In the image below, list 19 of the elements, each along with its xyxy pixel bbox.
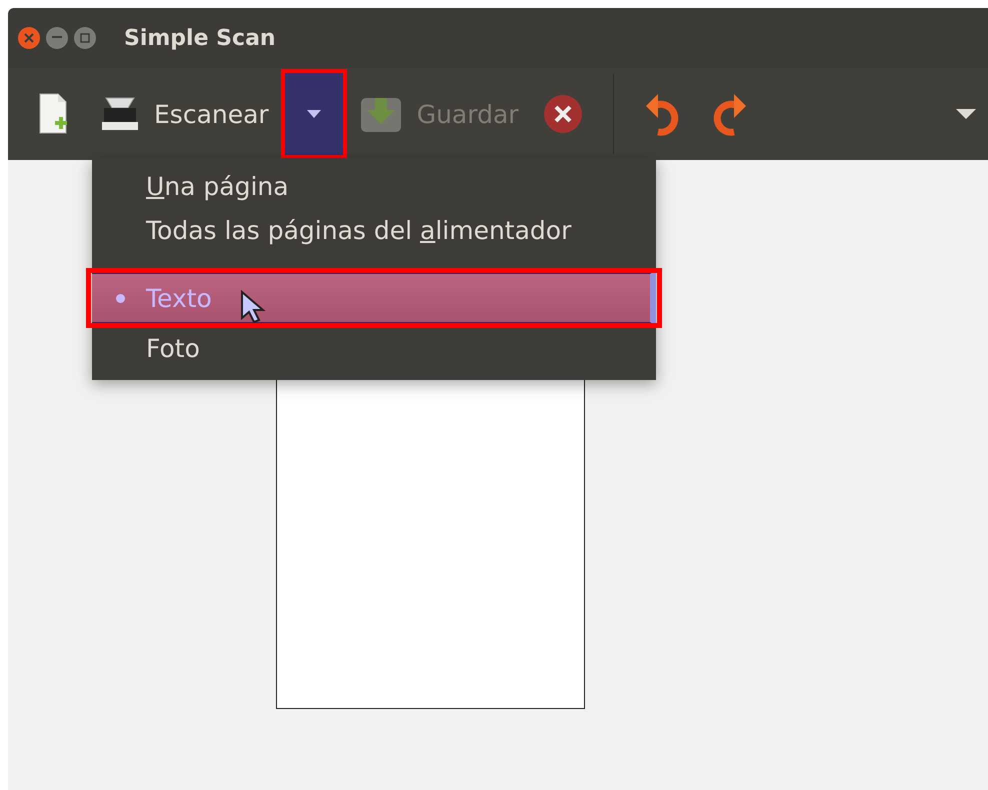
scanner-icon — [100, 96, 140, 132]
menu-item[interactable]: Una página — [92, 164, 656, 208]
cancel-icon — [542, 94, 583, 134]
minimize-icon — [52, 36, 62, 40]
minimize-button[interactable] — [46, 27, 68, 49]
window-title: Simple Scan — [124, 26, 276, 50]
radio-bullet-icon — [116, 294, 125, 302]
mouse-cursor-icon — [240, 290, 266, 324]
maximize-icon — [80, 33, 90, 43]
scan-button[interactable]: Escanear — [88, 84, 281, 144]
menu-item[interactable]: Foto — [92, 326, 656, 370]
menu-item[interactable]: Todas las páginas del alimentador — [92, 208, 656, 252]
maximize-button[interactable] — [74, 27, 96, 49]
caret-icon — [306, 110, 321, 118]
close-icon — [24, 33, 34, 43]
new-document-icon — [38, 93, 68, 135]
caret-icon — [956, 109, 976, 119]
scan-options-button[interactable] — [280, 69, 347, 159]
close-button[interactable] — [18, 27, 40, 49]
